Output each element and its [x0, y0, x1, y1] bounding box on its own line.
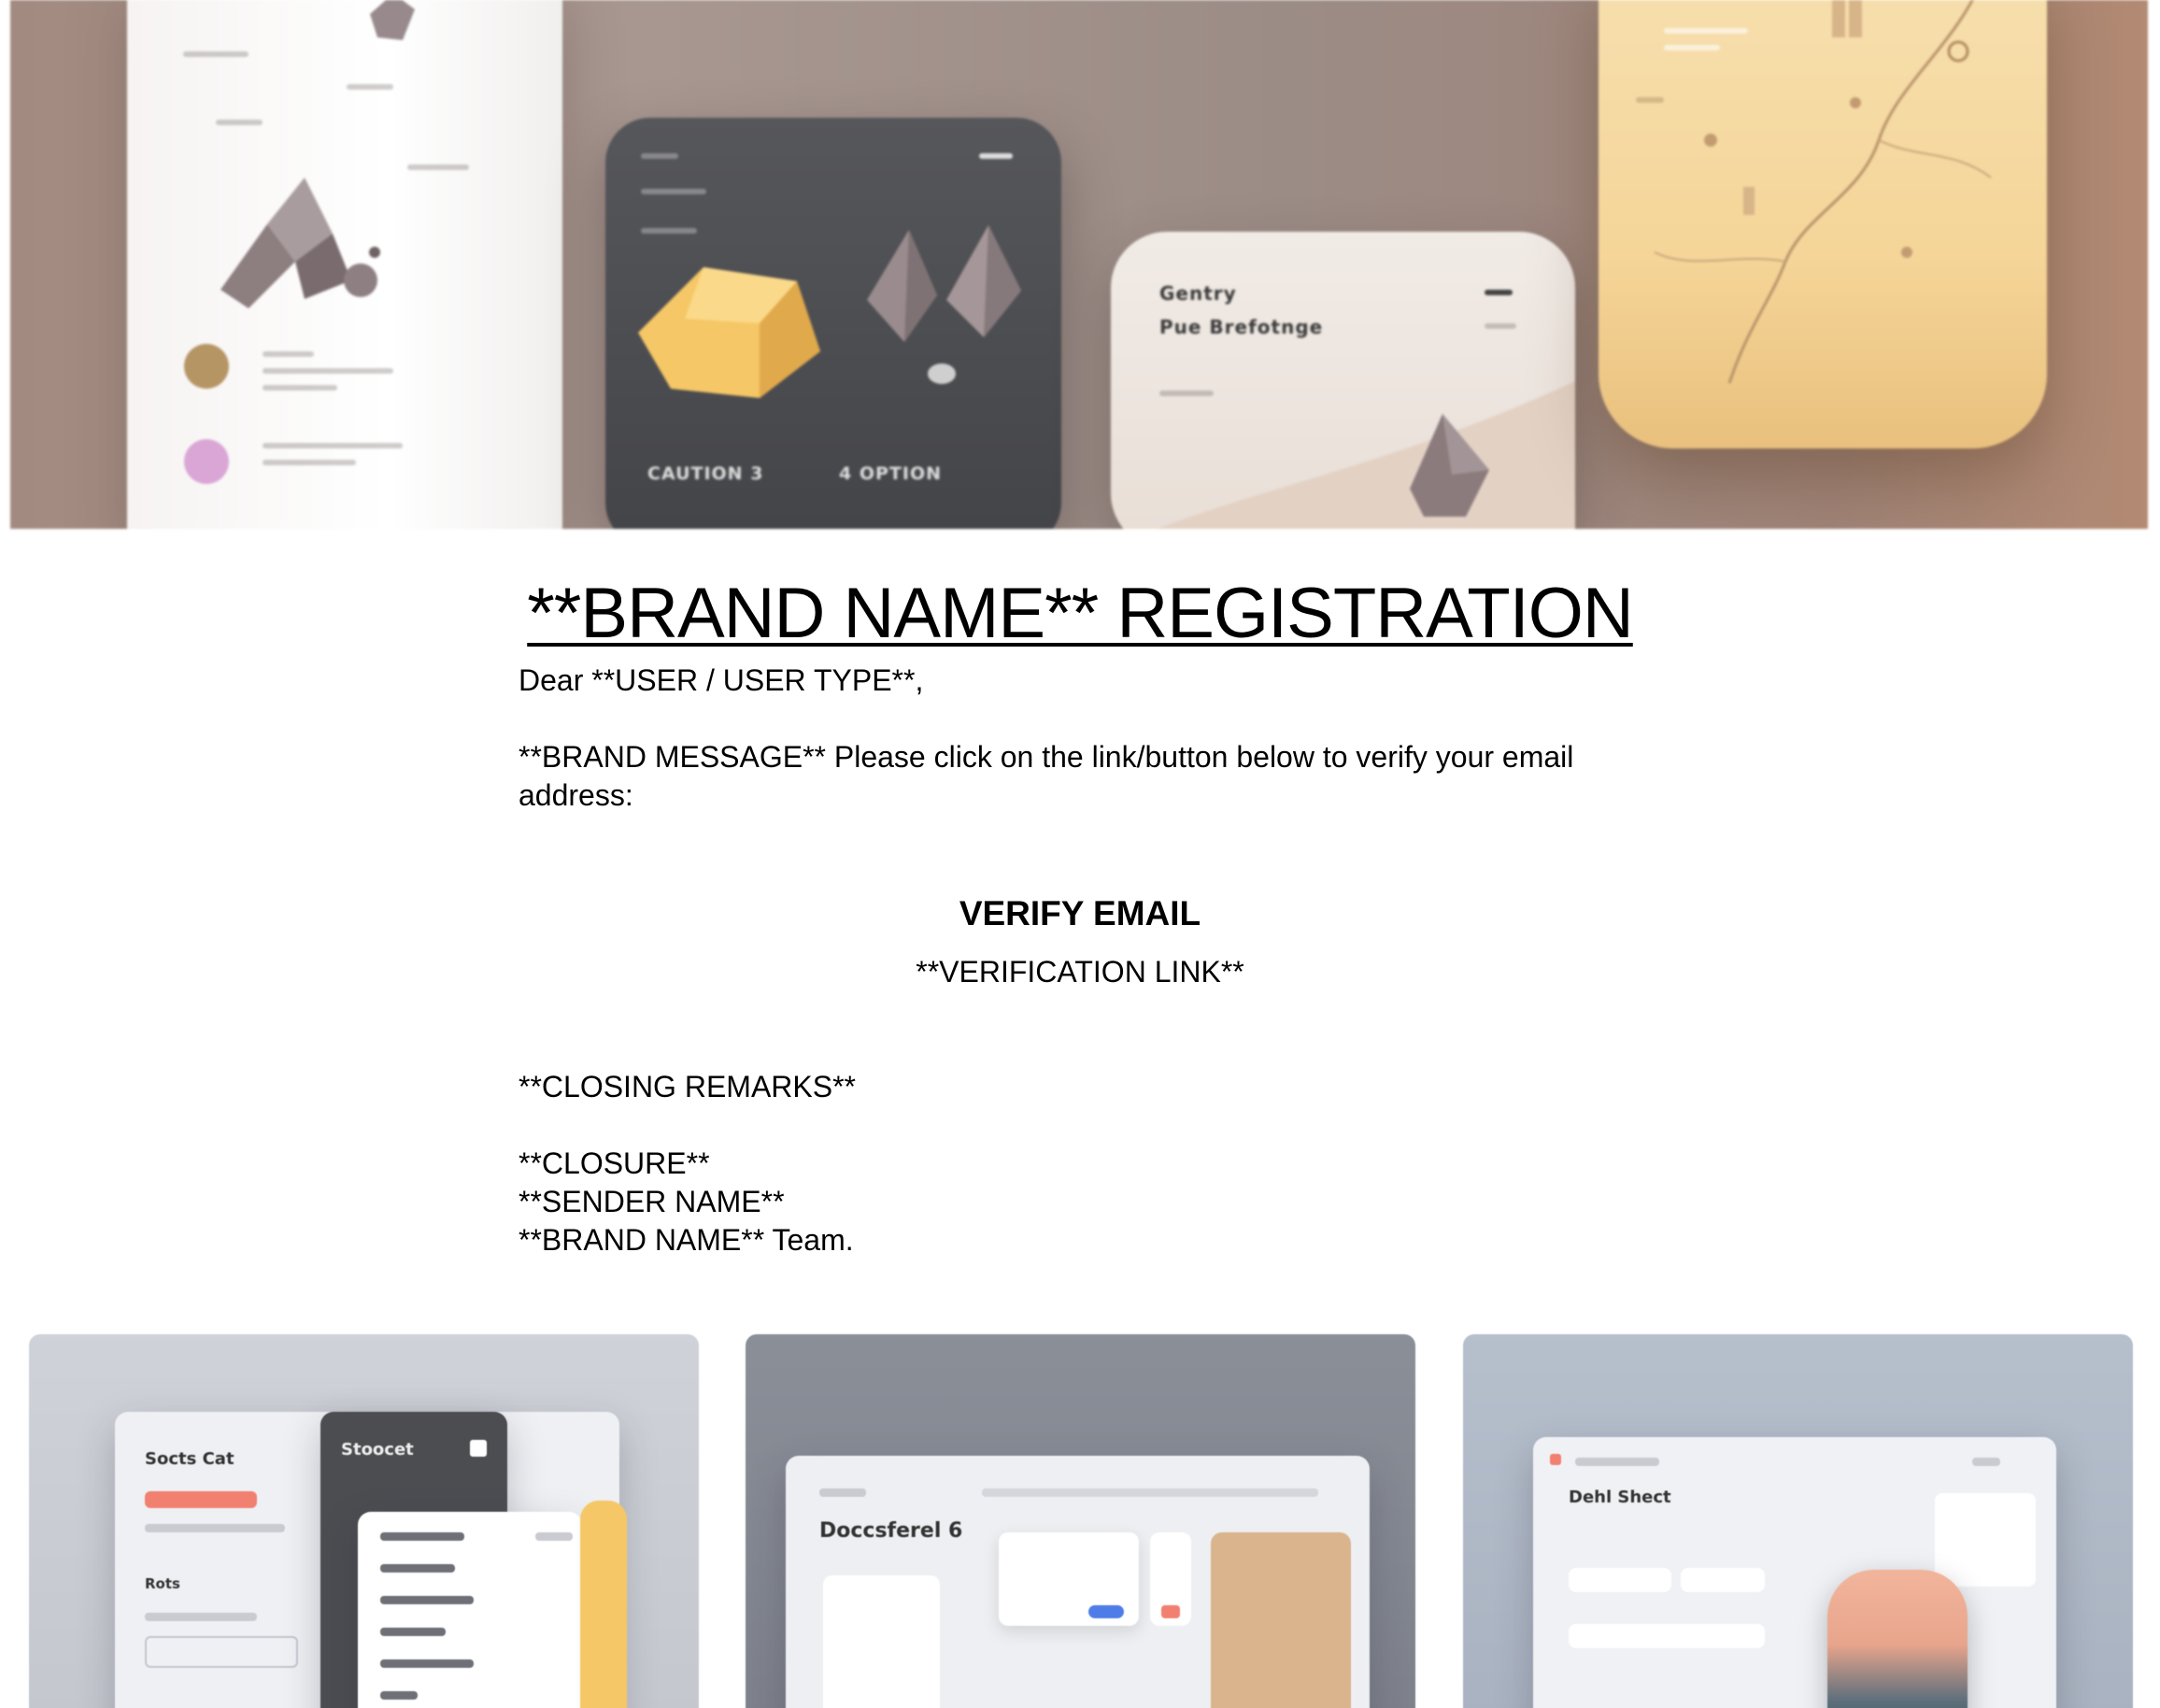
card-2-heading: Doccsferel 6 — [819, 1519, 963, 1543]
small-stone-icon — [370, 0, 415, 40]
email-page: CAUTION 3 4 OPTION Gentry Pue Brefotnge — [0, 0, 2160, 1708]
card-stone-icon — [1410, 414, 1489, 517]
dark-footer-right-text: 4 OPTION — [839, 463, 942, 484]
closing-remarks-text: **CLOSING REMARKS** — [519, 1070, 856, 1103]
card-1-heading: Socts Cat — [145, 1449, 234, 1469]
stone-gem-icon — [220, 178, 380, 308]
hero-map-panel — [1599, 0, 2047, 448]
brand-message-text: **BRAND MESSAGE** Please click on the li… — [519, 740, 1574, 812]
gallery-card-3: Dehl Shect — [1463, 1334, 2133, 1708]
verification-link[interactable]: **VERIFICATION LINK** — [0, 951, 2160, 992]
gold-dot-icon — [184, 344, 229, 389]
gold-gem-icon — [638, 267, 820, 398]
team-signature-text: **BRAND NAME** Team. — [519, 1223, 854, 1257]
email-title: **BRAND NAME** REGISTRATION — [0, 572, 2160, 656]
mountain-image — [1827, 1570, 1968, 1708]
gallery-card-1: Socts Cat Rots Stoocet — [29, 1334, 699, 1708]
hero-light-panel: Gentry Pue Brefotnge — [1111, 232, 1575, 529]
sender-name-text: **SENDER NAME** — [519, 1185, 785, 1218]
hero-dark-panel: CAUTION 3 4 OPTION — [605, 118, 1061, 529]
pink-dot-icon — [184, 439, 229, 484]
pair-stones-icon — [867, 225, 1021, 342]
dark-footer-left-text: CAUTION 3 — [647, 463, 764, 484]
email-title-text: **BRAND NAME** REGISTRATION — [527, 574, 1634, 653]
hero-banner-image: CAUTION 3 4 OPTION Gentry Pue Brefotnge — [10, 0, 2148, 529]
card-1-sub: Stoocet — [341, 1440, 414, 1459]
greeting-text: Dear **USER / USER TYPE**, — [519, 663, 924, 697]
light-title-2: Pue Brefotnge — [1159, 316, 1324, 338]
map-route-icon — [1654, 0, 1992, 384]
light-title-1: Gentry — [1159, 282, 1237, 305]
hero-white-panel — [127, 0, 562, 529]
closure-text: **CLOSURE** — [519, 1146, 710, 1180]
card-3-heading: Dehl Shect — [1569, 1487, 1671, 1507]
gallery-card-2: Doccsferel 6 — [746, 1334, 1415, 1708]
verify-email-button[interactable]: VERIFY EMAIL — [0, 890, 2160, 937]
